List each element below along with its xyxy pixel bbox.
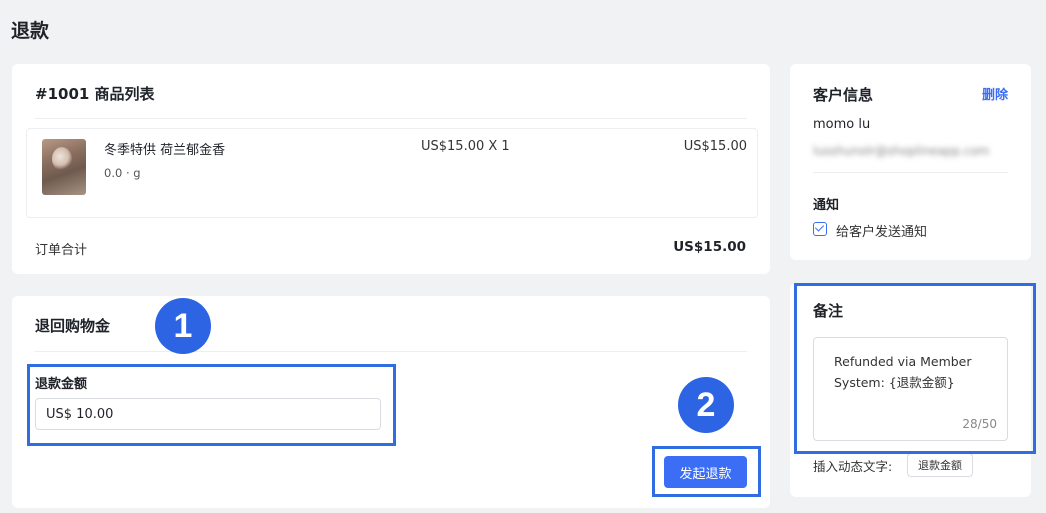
product-image <box>42 139 86 195</box>
customer-title: 客户信息 <box>813 86 874 104</box>
customer-email: lusshunolr@shoplineapp.com <box>813 144 990 158</box>
page-title: 退款 <box>11 20 50 42</box>
insert-dynamic-text-label: 插入动态文字: <box>813 459 893 474</box>
highlight-refund-amount <box>27 364 396 446</box>
refund-title: 退回购物金 <box>35 317 111 335</box>
notify-label[interactable]: 给客户发送通知 <box>836 221 927 240</box>
order-items-card: #1001 商品列表 冬季特供 荷兰郁金香 0.0 · g US$15.00 X… <box>12 64 770 274</box>
order-total-label: 订单合计 <box>35 243 88 258</box>
customer-card: 客户信息 删除 momo lu lusshunolr@shoplineapp.c… <box>790 64 1031 260</box>
insert-refund-amount-tag[interactable]: 退款金额 <box>907 453 973 477</box>
customer-name: momo lu <box>813 117 871 132</box>
step-1-badge: 1 <box>155 298 211 354</box>
order-items-title: #1001 商品列表 <box>35 85 155 103</box>
notify-title: 通知 <box>813 198 840 213</box>
divider <box>813 172 1008 173</box>
delete-customer-link[interactable]: 删除 <box>982 84 1008 103</box>
highlight-submit-button <box>652 446 761 497</box>
product-spec: 0.0 · g <box>104 166 141 180</box>
divider <box>35 118 747 119</box>
divider <box>35 351 747 352</box>
order-total-value: US$15.00 <box>673 239 746 255</box>
highlight-remark <box>794 283 1036 454</box>
step-2-badge: 2 <box>678 377 734 433</box>
product-subtotal: US$15.00 <box>683 139 747 154</box>
notify-checkbox[interactable] <box>813 222 827 236</box>
product-name: 冬季特供 荷兰郁金香 <box>104 143 226 158</box>
order-item-row: 冬季特供 荷兰郁金香 0.0 · g US$15.00 X 1 US$15.00 <box>26 128 758 218</box>
product-price-qty: US$15.00 X 1 <box>421 139 510 154</box>
